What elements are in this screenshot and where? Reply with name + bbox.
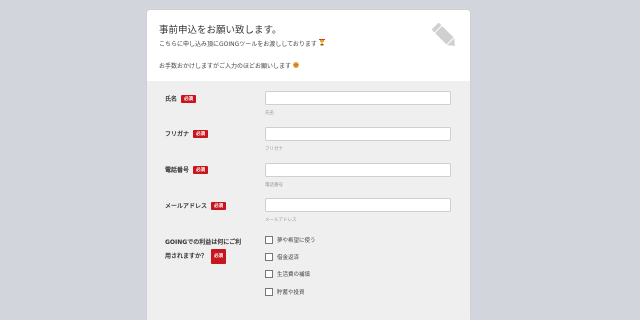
- furigana-input[interactable]: [265, 127, 451, 141]
- phone-help: 電話番号: [265, 183, 283, 188]
- name-label: 氏名 必須: [165, 94, 197, 103]
- email-input[interactable]: [265, 198, 451, 212]
- usage-option[interactable]: 借金返済: [265, 253, 299, 261]
- usage-option[interactable]: 夢や希望に使う: [265, 236, 316, 244]
- email-help: メールアドレス: [265, 218, 297, 223]
- trophy-emoji-icon: [318, 39, 325, 48]
- phone-input[interactable]: [265, 163, 451, 177]
- form-description-line2: お手数おかけしますがご入力のほどお願いします: [159, 61, 299, 70]
- pencil-icon: [430, 21, 460, 55]
- checkbox[interactable]: [265, 288, 273, 296]
- usage-question-label: GOINGでの利益は何にご利 用されますか？ 必須: [165, 236, 265, 264]
- usage-option[interactable]: 生活費の補填: [265, 270, 310, 278]
- checkbox[interactable]: [265, 236, 273, 244]
- furigana-label: フリガナ 必須: [165, 129, 209, 138]
- required-badge: 必須: [181, 95, 197, 103]
- email-label: メールアドレス 必須: [165, 201, 227, 210]
- usage-option[interactable]: 貯蓄や投資: [265, 288, 305, 296]
- form-title: 事前申込をお願い致します。: [159, 25, 282, 36]
- application-form-card: 事前申込をお願い致します。 こちらに申し込み頂にGOINGツールをお渡ししており…: [147, 10, 470, 320]
- required-badge: 必須: [211, 249, 227, 264]
- required-badge: 必須: [193, 130, 209, 138]
- checkbox[interactable]: [265, 253, 273, 261]
- required-badge: 必須: [193, 166, 209, 174]
- form-description-line1: こちらに申し込み頂にGOINGツールをお渡ししております: [159, 39, 325, 48]
- name-input[interactable]: [265, 91, 451, 105]
- smile-emoji-icon: [292, 62, 299, 70]
- furigana-help: フリガナ: [265, 147, 283, 152]
- checkbox[interactable]: [265, 270, 273, 278]
- form-header: 事前申込をお願い致します。 こちらに申し込み頂にGOINGツールをお渡ししており…: [147, 10, 470, 81]
- phone-label: 電話番号 必須: [165, 165, 209, 174]
- name-help: 氏名: [265, 111, 274, 116]
- required-badge: 必須: [211, 202, 227, 210]
